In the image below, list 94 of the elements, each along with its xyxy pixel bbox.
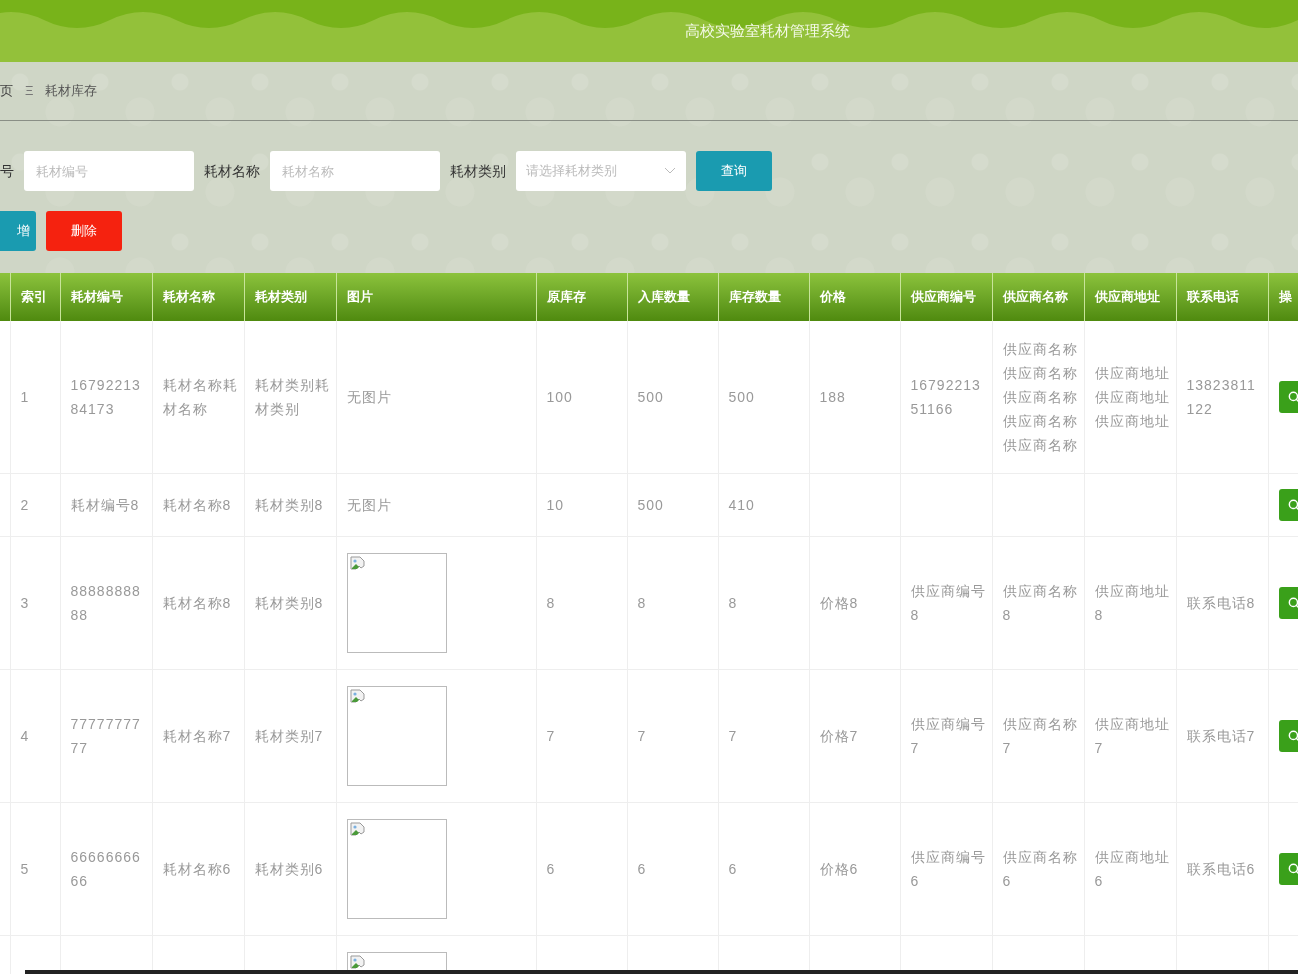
table-cell: 耗材名称6 <box>162 861 232 877</box>
column-header: 操 <box>1268 273 1298 321</box>
table-cell: 7 <box>637 728 647 744</box>
table-cell: 联系电话8 <box>1186 595 1256 611</box>
search-icon <box>1286 498 1298 512</box>
column-header: 入库数量 <box>627 273 718 321</box>
field-label: 号 <box>0 161 14 181</box>
table-cell: 联系电话7 <box>1186 728 1256 744</box>
column-header: 供应商编号 <box>900 273 992 321</box>
table-cell: 4 <box>20 728 30 744</box>
table-cell: 3 <box>20 595 30 611</box>
table-cell: 500 <box>728 389 755 405</box>
table-cell: 联系电话6 <box>1186 861 1256 877</box>
column-header: 耗材类别 <box>244 273 336 321</box>
breadcrumb-item[interactable]: 耗材库存 <box>45 81 98 101</box>
separator-text: Ξ <box>25 82 34 101</box>
table-cell: 500 <box>637 497 664 513</box>
table-cell: 价格6 <box>819 861 859 877</box>
table-cell: 供应商编号6 <box>910 849 986 889</box>
column-header: 索引 <box>10 273 60 321</box>
horizontal-scrollbar[interactable] <box>25 970 1298 974</box>
table-cell: 500 <box>637 389 664 405</box>
table-cell: 8888888888 <box>70 583 141 623</box>
table-cell: 供应商地址6 <box>1094 849 1170 889</box>
column-header: 耗材编号 <box>60 273 152 321</box>
table-cell: 188 <box>819 389 846 405</box>
table-cell: 供应商名称供应商名称供应商名称供应商名称供应商名称 <box>1002 341 1078 453</box>
table-cell: 耗材类别6 <box>254 861 324 877</box>
table-cell: 7 <box>546 728 556 744</box>
no-image-text: 无图片 <box>346 389 392 405</box>
table-cell: 6666666666 <box>70 849 141 889</box>
table-cell: 供应商地址8 <box>1094 583 1170 623</box>
column-header: 联系电话 <box>1176 273 1268 321</box>
breadcrumb-item[interactable]: 页 <box>0 81 13 101</box>
app-title: 高校实验室耗材管理系统 <box>684 20 850 41</box>
table-cell: 耗材类别耗材类别 <box>254 377 330 417</box>
table-cell: 价格8 <box>819 595 859 611</box>
column-header: 原库存 <box>536 273 627 321</box>
table-cell: 8 <box>546 595 556 611</box>
field-label: 耗材名称 <box>204 161 260 181</box>
table-cell: 耗材名称8 <box>162 595 232 611</box>
search-icon <box>1286 390 1298 404</box>
table-cell: 410 <box>728 497 755 513</box>
table-cell: 1679221384173 <box>70 377 141 417</box>
column-header: 图片 <box>336 273 536 321</box>
table-cell: 供应商名称8 <box>1002 583 1078 623</box>
search-icon <box>1286 596 1298 610</box>
column-header: 库存数量 <box>718 273 809 321</box>
table-cell: 7777777777 <box>70 716 141 756</box>
broken-image-icon <box>349 955 366 971</box>
table-cell: 5 <box>20 861 30 877</box>
table-cell: 耗材类别8 <box>254 497 324 513</box>
table-cell: 耗材编号8 <box>70 497 140 513</box>
table-cell: 6 <box>546 861 556 877</box>
table-cell: 13823811122 <box>1186 377 1256 417</box>
table-cell: 耗材类别7 <box>254 728 324 744</box>
add-button[interactable]: 增 <box>0 211 36 251</box>
column-header: 供应商名称 <box>992 273 1084 321</box>
table-cell: 6 <box>728 861 738 877</box>
chevron-down-icon <box>664 167 676 175</box>
broken-image-icon <box>349 689 366 705</box>
table-cell: 耗材名称7 <box>162 728 232 744</box>
table-cell: 供应商名称6 <box>1002 849 1078 889</box>
no-image-text: 无图片 <box>346 497 392 513</box>
broken-image-icon <box>349 822 366 838</box>
column-header: 价格 <box>809 273 900 321</box>
table-cell: 耗材名称耗材名称 <box>162 377 238 417</box>
search-field[interactable]: 耗材编号 <box>24 151 194 191</box>
table-cell: 1 <box>20 389 30 405</box>
table-cell: 供应商编号8 <box>910 583 986 623</box>
search-icon <box>1286 862 1298 876</box>
table-cell: 6 <box>637 861 647 877</box>
table-cell: 10 <box>546 497 565 513</box>
column-header: 耗材名称 <box>152 273 244 321</box>
table-cell: 供应商地址供应商地址供应商地址 <box>1094 365 1170 429</box>
broken-image-icon <box>349 556 366 572</box>
table-cell: 8 <box>637 595 647 611</box>
table-cell: 100 <box>546 389 573 405</box>
field-label: 耗材类别 <box>450 161 506 181</box>
table-cell: 供应商名称7 <box>1002 716 1078 756</box>
search-icon <box>1286 729 1298 743</box>
table-cell: 价格7 <box>819 728 859 744</box>
table-cell: 耗材名称8 <box>162 497 232 513</box>
table-cell: 7 <box>728 728 738 744</box>
table-cell: 8 <box>728 595 738 611</box>
table-cell: 2 <box>20 497 30 513</box>
table-cell: 供应商编号7 <box>910 716 986 756</box>
table-cell: 耗材类别8 <box>254 595 324 611</box>
query-button[interactable]: 查询 <box>696 151 772 191</box>
delete-button[interactable]: 删除 <box>46 211 122 251</box>
column-header: 供应商地址 <box>1084 273 1176 321</box>
table-cell: 供应商地址7 <box>1094 716 1170 756</box>
table-cell: 1679221351166 <box>910 377 981 417</box>
search-field[interactable]: 耗材名称 <box>270 151 440 191</box>
